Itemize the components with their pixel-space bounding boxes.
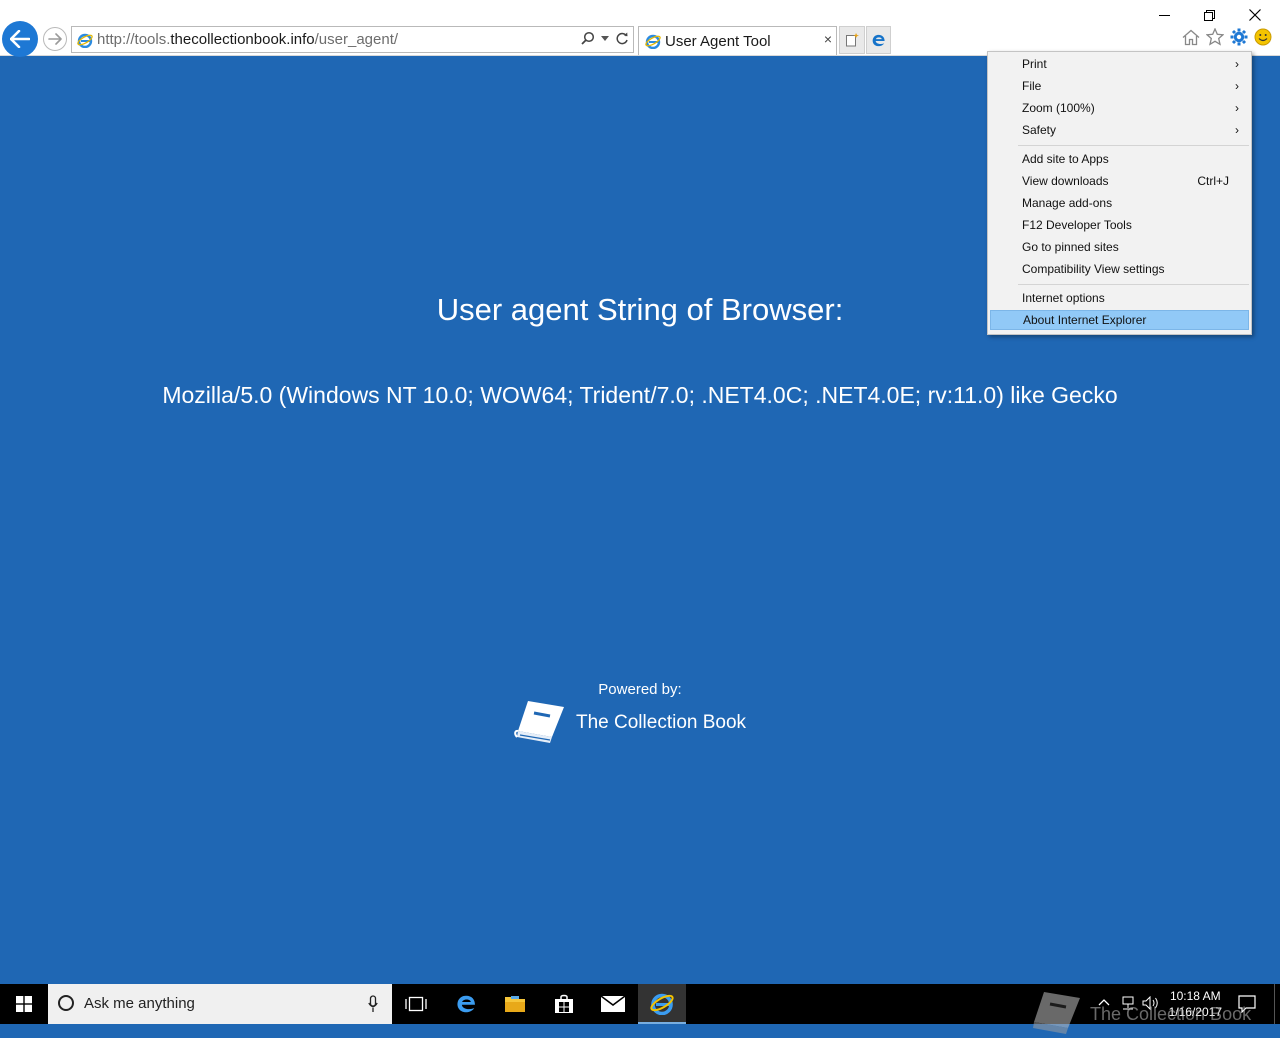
brand-link[interactable]: The Collection Book	[514, 699, 746, 747]
chevron-right-icon: ›	[1235, 79, 1239, 93]
windows-logo-icon	[16, 996, 32, 1012]
menu-item-about-internet-explorer[interactable]: About Internet Explorer	[990, 310, 1249, 330]
watermark-text: The Collection Book	[1090, 1003, 1252, 1024]
chevron-right-icon: ›	[1235, 57, 1239, 71]
close-window-button[interactable]	[1233, 4, 1277, 26]
dropdown-arrow-icon[interactable]	[601, 34, 609, 42]
ie-logo-icon	[77, 33, 93, 48]
minimize-icon	[1158, 14, 1170, 16]
chevron-right-icon: ›	[1235, 123, 1239, 137]
menu-separator	[1018, 284, 1249, 285]
book-logo-icon	[1033, 992, 1080, 1034]
cortana-search-box[interactable]: Ask me anything	[48, 984, 392, 1024]
edge-tab-button[interactable]	[866, 26, 891, 54]
watermark: The Collection Book	[1030, 990, 1251, 1038]
menu-separator	[1018, 145, 1249, 146]
menu-item-compatibility-view-settings[interactable]: Compatibility View settings	[990, 259, 1249, 279]
tools-menu: Print › File › Zoom (100%) › Safety › Add si…	[987, 51, 1252, 335]
restore-icon	[1203, 9, 1215, 21]
powered-by-label: Powered by:	[598, 681, 682, 698]
search-placeholder: Ask me anything	[84, 995, 195, 1012]
refresh-icon[interactable]	[615, 31, 629, 45]
forward-button[interactable]	[43, 27, 67, 51]
shortcut-label: Ctrl+J	[1197, 174, 1229, 188]
address-bar[interactable]: http://tools.thecollectionbook.info/user…	[71, 26, 634, 53]
cortana-circle-icon	[58, 995, 74, 1011]
arrow-right-icon	[48, 33, 62, 45]
task-view-icon	[405, 996, 427, 1012]
tab-close-button[interactable]: ×	[824, 31, 832, 47]
menu-item-add-site-to-apps[interactable]: Add site to Apps	[990, 149, 1249, 169]
taskbar-file-explorer[interactable]	[491, 984, 539, 1024]
folder-icon	[505, 996, 525, 1012]
store-bag-icon	[555, 994, 573, 1013]
gear-icon[interactable]	[1230, 28, 1248, 46]
back-button[interactable]	[2, 21, 38, 57]
menu-item-file[interactable]: File ›	[990, 76, 1249, 96]
microphone-icon[interactable]	[368, 995, 378, 1013]
menu-item-safety[interactable]: Safety ›	[990, 120, 1249, 140]
taskbar-mail[interactable]	[589, 984, 637, 1024]
smiley-feedback-icon[interactable]	[1254, 28, 1272, 46]
start-button[interactable]	[0, 984, 48, 1024]
close-icon	[1249, 9, 1261, 21]
arrow-left-icon	[10, 30, 30, 48]
home-icon[interactable]	[1182, 29, 1200, 46]
restore-button[interactable]	[1187, 4, 1231, 26]
search-icon[interactable]	[581, 31, 595, 45]
new-tab-button[interactable]	[839, 26, 865, 54]
chevron-right-icon: ›	[1235, 101, 1239, 115]
tab-user-agent-tool[interactable]: User Agent Tool ×	[638, 26, 837, 55]
show-desktop-button[interactable]	[1274, 984, 1280, 1024]
menu-item-print[interactable]: Print ›	[990, 54, 1249, 74]
book-logo-icon	[514, 701, 564, 743]
menu-item-go-to-pinned-sites[interactable]: Go to pinned sites	[990, 237, 1249, 257]
minimize-button[interactable]	[1142, 4, 1186, 26]
menu-item-view-downloads[interactable]: View downloads Ctrl+J	[990, 171, 1249, 191]
edge-logo-icon	[872, 34, 885, 46]
user-agent-string: Mozilla/5.0 (Windows NT 10.0; WOW64; Tri…	[162, 382, 1118, 408]
task-view-button[interactable]	[392, 984, 440, 1024]
url-text: http://tools.thecollectionbook.info/user…	[97, 31, 399, 48]
menu-item-zoom[interactable]: Zoom (100%) ›	[990, 98, 1249, 118]
taskbar-store[interactable]	[540, 984, 588, 1024]
brand-name: The Collection Book	[576, 712, 747, 733]
edge-logo-icon	[457, 995, 475, 1013]
ie-logo-icon	[645, 34, 661, 49]
taskbar-edge[interactable]	[442, 984, 490, 1024]
menu-item-internet-options[interactable]: Internet options	[990, 288, 1249, 308]
menu-item-manage-add-ons[interactable]: Manage add-ons	[990, 193, 1249, 213]
tab-title: User Agent Tool	[665, 33, 771, 50]
favorites-star-icon[interactable]	[1206, 28, 1224, 46]
ie-logo-icon	[650, 993, 674, 1015]
browser-chrome: http://tools.thecollectionbook.info/user…	[0, 0, 1280, 57]
mail-icon	[601, 996, 625, 1012]
new-tab-icon	[846, 33, 859, 47]
taskbar-internet-explorer[interactable]	[638, 984, 686, 1024]
menu-item-f12-developer-tools[interactable]: F12 Developer Tools	[990, 215, 1249, 235]
